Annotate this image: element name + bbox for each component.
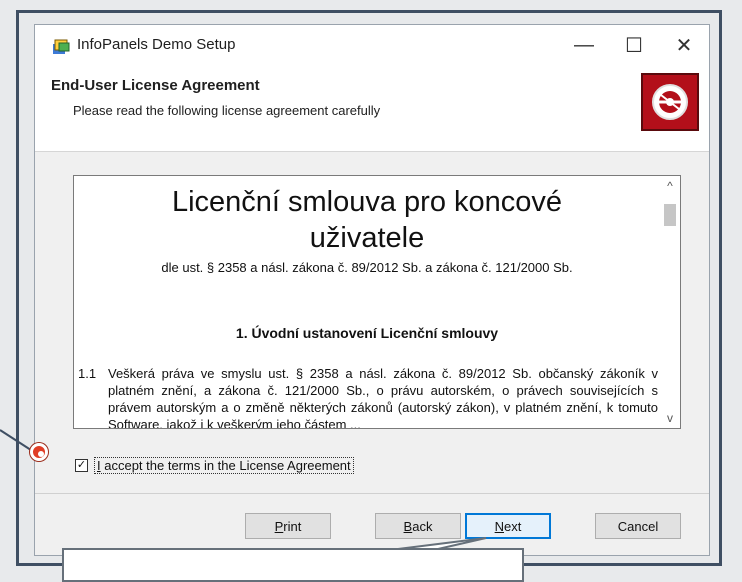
maximize-button[interactable]: ☐ (609, 25, 659, 65)
window-controls: — ☐ ✕ (559, 25, 709, 65)
screenshot-frame: InfoPanels Demo Setup — ☐ ✕ End-User Lic… (0, 0, 742, 582)
license-section-heading: 1. Úvodní ustanovení Licenční smlouvy (235, 325, 499, 341)
accept-terms-row[interactable]: ✓ I accept the terms in the License Agre… (75, 455, 354, 475)
footer-separator (35, 493, 709, 494)
print-label: rint (283, 518, 302, 534)
license-subtitle: dle ust. § 2358 a násl. zákona č. 89/201… (161, 260, 573, 275)
next-access-key: N (494, 518, 505, 534)
paragraph-number: 1.1 (78, 366, 97, 381)
scroll-down-button[interactable]: v (660, 408, 680, 428)
scroll-thumb[interactable] (664, 204, 676, 226)
product-logo (641, 73, 699, 131)
scroll-up-button[interactable]: ^ (660, 176, 680, 196)
cancel-button[interactable]: Cancel (595, 513, 681, 539)
page-title: End-User License Agreement (51, 77, 260, 94)
license-agreement-textbox[interactable]: Licenční smlouva pro koncové uživatele d… (73, 175, 681, 429)
window-title: InfoPanels Demo Setup (77, 36, 236, 53)
close-button[interactable]: ✕ (659, 25, 709, 65)
license-title: Licenční smlouva pro koncové uživatele (74, 184, 660, 256)
accept-terms-checkbox[interactable]: ✓ (75, 458, 88, 472)
accept-terms-label[interactable]: I accept the terms in the License Agreem… (94, 456, 354, 474)
license-scrollbar[interactable]: ^ v (660, 176, 680, 428)
license-content: Licenční smlouva pro koncové uživatele d… (74, 176, 660, 428)
pointer-marker-dot (38, 451, 44, 457)
print-button[interactable]: Print (245, 513, 331, 539)
license-paragraph: 1.1 Veškerá práva ve smyslu ust. § 2358 … (74, 365, 660, 428)
back-label: ack (412, 518, 433, 534)
next-button[interactable]: Next (465, 513, 551, 539)
paragraph-text: Veškerá práva ve smyslu ust. § 2358 a ná… (108, 366, 658, 428)
back-access-key: B (403, 518, 413, 534)
next-label: ext (504, 518, 522, 534)
disc-icon (652, 84, 688, 120)
print-access-key: P (274, 518, 284, 534)
back-button[interactable]: Back (375, 513, 461, 539)
title-bar: InfoPanels Demo Setup — ☐ ✕ (35, 25, 709, 65)
pointer-marker-icon (30, 443, 48, 461)
page-subtitle: Please read the following license agreem… (73, 103, 381, 118)
license-title-line-2: uživatele (309, 222, 425, 254)
callout-box (62, 548, 524, 582)
dialog-header: End-User License Agreement Please read t… (35, 65, 709, 152)
setup-package-icon (51, 38, 71, 56)
setup-dialog: InfoPanels Demo Setup — ☐ ✕ End-User Lic… (34, 24, 710, 556)
accept-terms-label-text: accept the terms in the License Agreemen… (100, 457, 351, 473)
minimize-button[interactable]: — (559, 25, 609, 65)
license-title-line-1: Licenční smlouva pro koncové (171, 186, 563, 218)
